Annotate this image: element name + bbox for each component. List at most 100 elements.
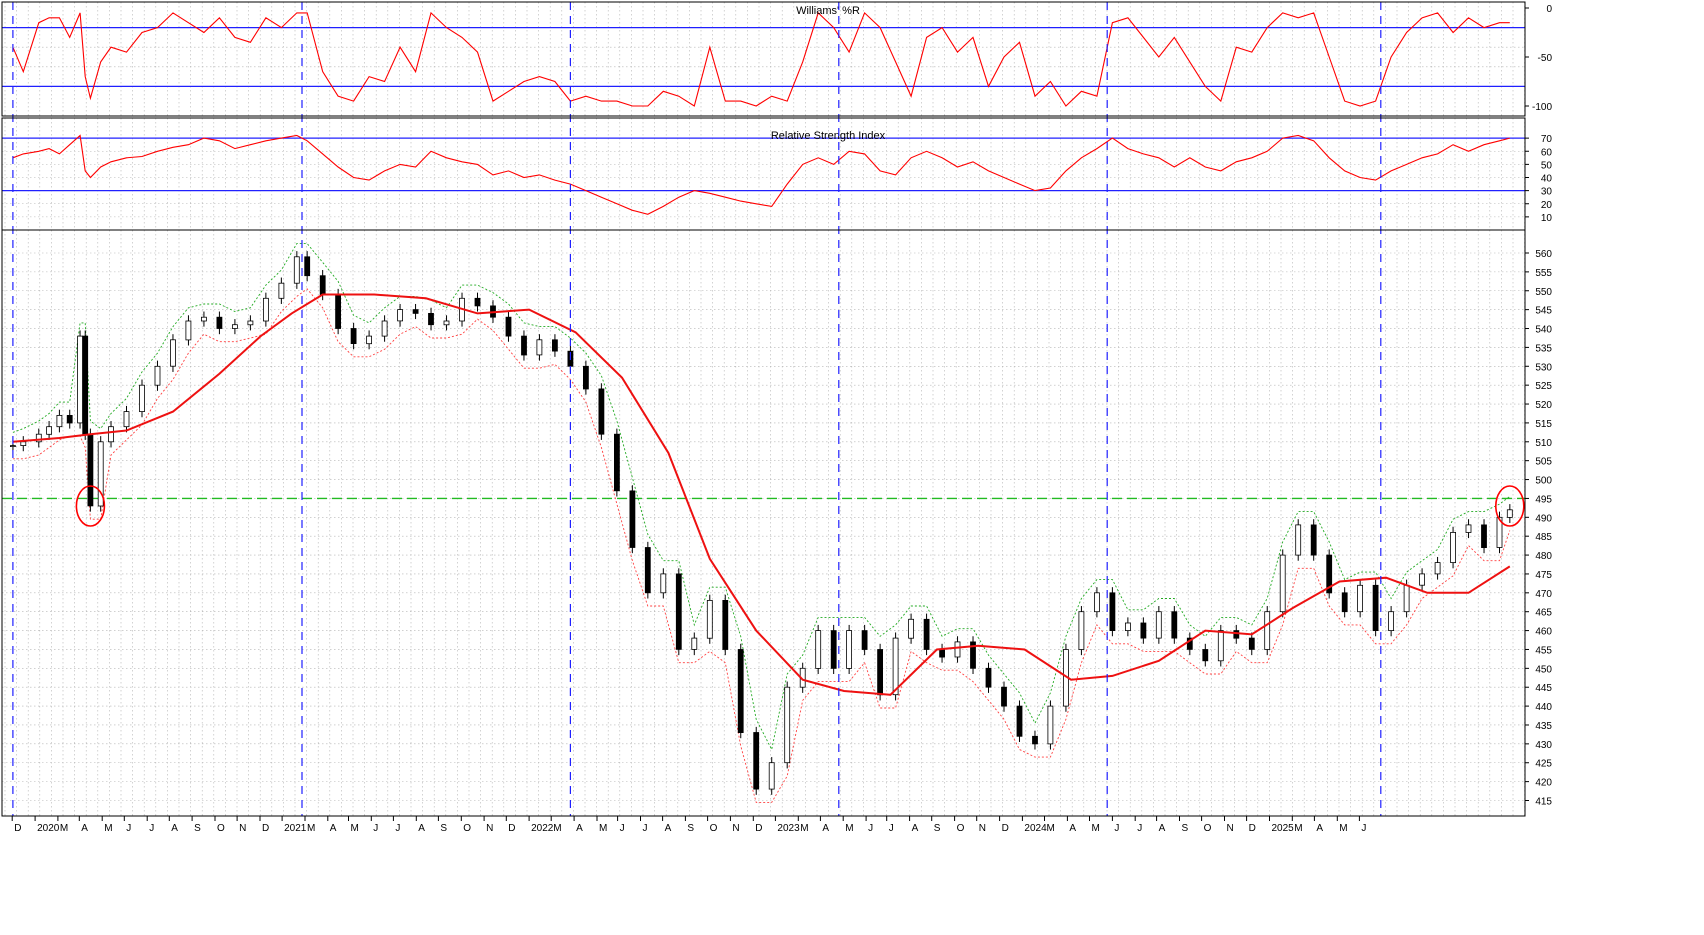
x-tick-label: A xyxy=(81,823,88,834)
candle-body xyxy=(1125,622,1131,631)
x-tick-label: M xyxy=(800,823,808,834)
x-tick-label: D xyxy=(262,823,269,834)
candle-body xyxy=(185,320,192,341)
price-tick-label: 460 xyxy=(1535,627,1552,638)
candle xyxy=(1372,579,1379,637)
price-tick-label: 455 xyxy=(1535,645,1552,656)
candle-body xyxy=(443,320,450,326)
candle xyxy=(1326,549,1333,599)
candle xyxy=(1357,579,1363,618)
rsi-tick-label: 30 xyxy=(1541,187,1553,198)
candle-body xyxy=(474,297,481,307)
candle-body xyxy=(737,649,744,733)
price-tick-label: 430 xyxy=(1535,740,1552,751)
candle-body xyxy=(397,309,404,322)
candle xyxy=(815,624,822,675)
candle-body xyxy=(691,637,698,650)
x-tick-label: M xyxy=(599,823,607,834)
candle-body xyxy=(1155,611,1162,639)
x-tick-label: A xyxy=(330,823,337,834)
candle-body xyxy=(1357,584,1363,613)
candle xyxy=(706,594,713,644)
rsi-title: Relative Strength Index xyxy=(771,130,886,142)
price-tick-label: 440 xyxy=(1535,702,1552,713)
price-tick-label: 545 xyxy=(1535,306,1552,317)
candle xyxy=(1078,606,1085,656)
candle-body xyxy=(892,637,899,696)
candle xyxy=(784,681,791,769)
price-tick-label: 505 xyxy=(1535,457,1552,468)
price-tick-label: 495 xyxy=(1535,494,1552,505)
candle-body xyxy=(1310,524,1317,556)
candle xyxy=(87,428,94,512)
x-tick-label: D xyxy=(14,823,21,834)
rsi-tick-label: 20 xyxy=(1541,200,1553,211)
x-tick-label: A xyxy=(665,823,672,834)
candle-body xyxy=(1233,630,1240,639)
x-tick-label: M xyxy=(307,823,315,834)
candle-body xyxy=(830,630,837,669)
x-tick-label: S xyxy=(934,823,941,834)
x-tick-label: 2022 xyxy=(531,823,554,834)
candle-body xyxy=(1078,611,1085,650)
candle-body xyxy=(644,547,651,594)
williams-r-tick-label: -50 xyxy=(1538,53,1553,64)
candle-body xyxy=(1279,554,1286,613)
candle-body xyxy=(154,365,161,386)
candle-body xyxy=(87,433,94,507)
candle xyxy=(82,330,89,440)
price-tick-label: 525 xyxy=(1535,381,1552,392)
price-tick-label: 540 xyxy=(1535,325,1552,336)
candle-body xyxy=(1109,592,1116,631)
candle-body xyxy=(908,618,914,639)
x-tick-label: S xyxy=(1182,823,1189,834)
x-tick-label: A xyxy=(1159,823,1166,834)
candle xyxy=(170,334,176,372)
x-tick-label: J xyxy=(395,823,400,834)
candle-body xyxy=(200,316,207,322)
candle xyxy=(1264,606,1271,656)
candle xyxy=(1310,519,1317,561)
stock-chart: Williams' %R 0 -50 -100 Relative Strength … xyxy=(0,0,1704,935)
price-tick-label: 425 xyxy=(1535,759,1552,770)
x-tick-label: A xyxy=(1069,823,1076,834)
candle-body xyxy=(82,335,89,435)
x-tick-label: M xyxy=(60,823,68,834)
candle xyxy=(737,643,744,739)
x-tick-label: A xyxy=(822,823,829,834)
candle-body xyxy=(216,316,223,329)
candle-body xyxy=(923,618,930,650)
candle-body xyxy=(412,309,419,314)
x-tick-label: J xyxy=(643,823,648,834)
candle-body xyxy=(598,388,605,435)
x-tick-label: J xyxy=(1137,823,1142,834)
rsi-tick-label: 60 xyxy=(1541,147,1553,158)
candle xyxy=(335,288,342,335)
candle-body xyxy=(1217,630,1224,662)
candle-body xyxy=(583,365,589,390)
candle-body xyxy=(247,320,254,326)
x-tick-label: S xyxy=(440,823,447,834)
x-tick-label: N xyxy=(979,823,986,834)
candle-body xyxy=(1403,584,1410,613)
x-tick-label: J xyxy=(126,823,131,834)
candle-body xyxy=(428,312,434,326)
rsi-tick-label: 50 xyxy=(1541,160,1553,171)
x-tick-label: 2023 xyxy=(777,823,800,834)
candle xyxy=(97,436,104,512)
candle xyxy=(1155,606,1162,644)
candle xyxy=(923,613,930,656)
candle xyxy=(877,643,883,701)
candle xyxy=(753,726,760,795)
price-tick-label: 530 xyxy=(1535,362,1552,373)
x-tick-label: 2021 xyxy=(284,823,307,834)
price-tick-label: 510 xyxy=(1535,438,1552,449)
candle-body xyxy=(784,686,791,764)
x-tick-label: 2020 xyxy=(37,823,60,834)
candle-body xyxy=(521,335,527,356)
price-tick-label: 465 xyxy=(1535,608,1552,619)
x-tick-label: J xyxy=(889,823,894,834)
candle-body xyxy=(846,630,852,669)
x-tick-label: N xyxy=(486,823,493,834)
price-tick-label: 475 xyxy=(1535,570,1552,581)
